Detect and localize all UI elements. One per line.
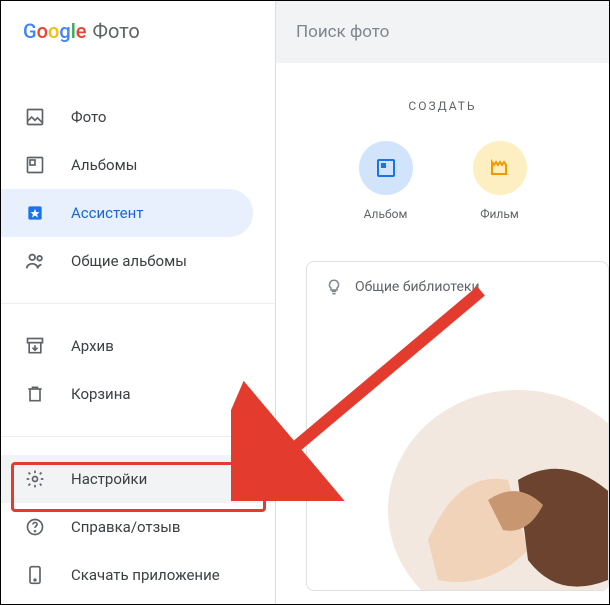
- movie-icon: [473, 141, 527, 195]
- nav-label: Альбомы: [71, 156, 137, 174]
- gear-icon: [23, 467, 47, 491]
- divider: [1, 436, 275, 437]
- albums-icon: [23, 153, 47, 177]
- create-movie[interactable]: Фильм: [473, 141, 527, 221]
- search-input[interactable]: Поиск фото: [276, 1, 609, 63]
- help-icon: [23, 515, 47, 539]
- archive-icon: [23, 334, 47, 358]
- bulb-icon: [325, 278, 343, 296]
- product-name: Фото: [93, 19, 140, 43]
- album-icon: [359, 141, 413, 195]
- nav-list: Фото Альбомы Ассистент Общие альбомы: [1, 63, 275, 599]
- nav-settings[interactable]: Настройки: [1, 455, 275, 503]
- download-icon: [23, 563, 47, 587]
- nav-label: Корзина: [71, 385, 131, 403]
- nav-assistant[interactable]: Ассистент: [1, 189, 253, 237]
- nav-help[interactable]: Справка/отзыв: [1, 503, 253, 551]
- people-icon: [23, 249, 47, 273]
- create-label: Альбом: [364, 207, 408, 221]
- nav-albums[interactable]: Альбомы: [1, 141, 253, 189]
- nav-shared[interactable]: Общие альбомы: [1, 237, 253, 285]
- logo[interactable]: Google Фото: [1, 1, 275, 63]
- card-title: Общие библиотеки: [355, 279, 480, 295]
- google-logo: Google: [23, 19, 87, 43]
- nav-label: Общие альбомы: [71, 252, 187, 270]
- create-section: СОЗДАТЬ Альбом Фильм: [276, 63, 609, 221]
- shared-libraries-card[interactable]: Общие библиотеки: [306, 261, 609, 591]
- hands-illustration: [368, 350, 609, 591]
- nav-download[interactable]: Скачать приложение: [1, 551, 253, 599]
- main-content: Поиск фото СОЗДАТЬ Альбом Фильм Общи: [276, 1, 609, 604]
- nav-trash[interactable]: Корзина: [1, 370, 253, 418]
- nav-label: Справка/отзыв: [71, 518, 180, 536]
- nav-label: Архив: [71, 337, 114, 355]
- nav-label: Скачать приложение: [71, 566, 220, 584]
- nav-label: Фото: [71, 108, 106, 126]
- divider: [1, 303, 275, 304]
- assistant-icon: [23, 201, 47, 225]
- photo-icon: [23, 105, 47, 129]
- nav-label: Ассистент: [71, 204, 143, 222]
- create-title: СОЗДАТЬ: [276, 99, 609, 113]
- nav-photos[interactable]: Фото: [1, 93, 253, 141]
- create-label: Фильм: [480, 207, 519, 221]
- nav-archive[interactable]: Архив: [1, 322, 253, 370]
- search-placeholder: Поиск фото: [296, 22, 389, 42]
- trash-icon: [23, 382, 47, 406]
- sidebar: Google Фото Фото Альбомы Ассистент: [1, 1, 276, 604]
- create-album[interactable]: Альбом: [359, 141, 413, 221]
- nav-label: Настройки: [71, 470, 147, 488]
